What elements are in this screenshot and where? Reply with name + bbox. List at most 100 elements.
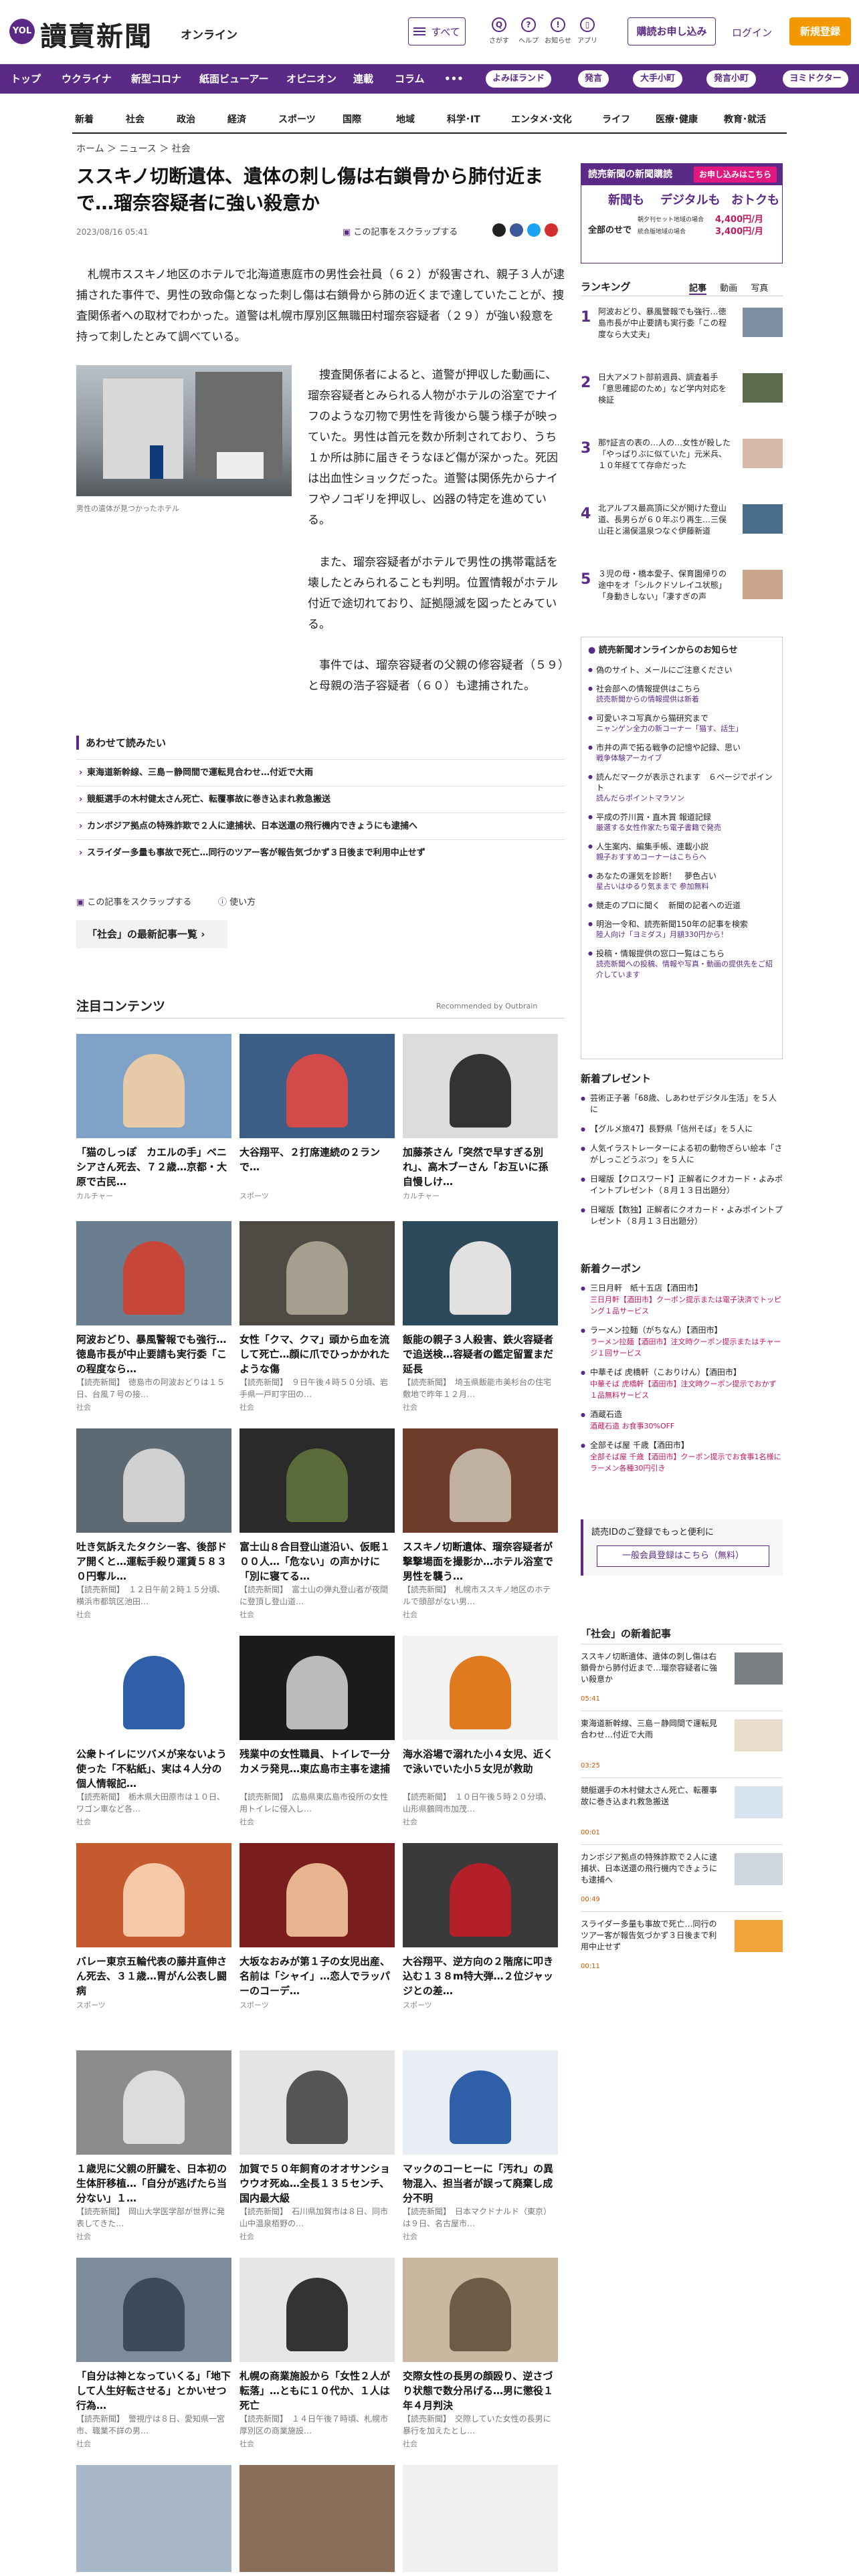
card-title[interactable]: １歳児に父親の肝臓を、日本初の生体肝移植…「自分が逃げたら当分ない」１… <box>76 2161 231 2206</box>
also-read-link[interactable]: 東海道新幹線、三島－静岡間で運転見合わせ…付近で大雨 <box>76 759 565 786</box>
article-photo[interactable] <box>76 365 292 496</box>
coupon-title[interactable]: 三日月軒 紙十五店【酒田市】 <box>590 1283 702 1293</box>
subscribe-button[interactable]: 購読お申し込み <box>628 17 716 45</box>
card-title[interactable]: マックのコーヒーに「汚れ」の異物混入、担当者が誤って廃棄し成分不明 <box>403 2161 558 2206</box>
latest-item[interactable]: 東海道新幹線、三島－静岡間で運転見合わせ…付近で大雨 03:25 <box>581 1711 783 1774</box>
card-image[interactable] <box>403 2258 558 2362</box>
notice-item[interactable]: 可愛いネコ写真から猫研究までニャンゲン全力の新コーナー「猫す、話生」 <box>581 709 782 738</box>
notice-title[interactable]: 明治一令和、読売新聞150年の記事を検索 <box>596 920 748 929</box>
help-button[interactable]: ? ヘルプ <box>514 17 543 45</box>
recommend-card[interactable]: 女性「クマ、クマ」頭から血を流して死亡…顔に爪でひっかかれたような傷 【読売新聞】… <box>240 1221 395 1412</box>
card-image[interactable] <box>76 2465 231 2572</box>
ranking-title[interactable]: 北アルプス最高頂に父が開けた登山道、長男らが６０年ぶり再生…三俣山荘と湯俣温泉つ… <box>598 503 732 537</box>
cat-local[interactable]: 地域 <box>396 112 415 126</box>
recommend-card[interactable]: 交際女性の長男の顔殴り、逆さづり状態で数分吊げる…男に懲役１年４月判決 【読売新聞… <box>403 2258 558 2449</box>
also-read-link[interactable]: スライダー多量も事故で死亡…同行のツアー客が報告気づかず３日後まで利用中止せず <box>76 839 565 867</box>
coupon-title[interactable]: 中華そば 虎橋軒（こおりけん）【酒田市】 <box>590 1368 741 1377</box>
notice-sub[interactable]: 星占いはゆるり気ままで 参加無料 <box>596 881 775 892</box>
nav-top[interactable]: トップ <box>11 64 41 94</box>
recommend-card[interactable]: マックのコーヒーに「汚れ」の異物混入、担当者が誤って廃棄し成分不明 【読売新聞】 … <box>403 2050 558 2242</box>
latest-thumbnail[interactable] <box>735 1786 783 1818</box>
cat-new[interactable]: 新着 <box>75 112 94 126</box>
recommend-card[interactable]: 「猫のしっぽ カエルの手」ベニシアさん死去、７２歳…京都・大原で古民… カルチャー <box>76 1034 231 1201</box>
card-title[interactable]: 吐き気訴えたタクシー客、後部ドア開くと…運転手殺り運賃５８３０円奪ル… <box>76 1539 231 1584</box>
nav-serial[interactable]: 連載 <box>353 64 373 94</box>
nav-column[interactable]: コラム <box>395 64 425 94</box>
all-menu-button[interactable]: すべて <box>408 17 466 45</box>
notice-sub[interactable]: 読んだらポイントマラソン <box>596 793 775 804</box>
latest-item[interactable]: スライダー多量も事故で死亡…同行のツアー客が報告気づかず３日後まで利用中止せず 0… <box>581 1911 783 1974</box>
latest-title[interactable]: 東海道新幹線、三島－静岡間で運転見合わせ…付近で大雨 <box>581 1718 724 1741</box>
recommend-card[interactable]: 公衆トイレにツバメが来ないよう使った「不粘紙」、実は４人分の個人情報記… 【読売新… <box>76 1636 231 1827</box>
card-image[interactable] <box>403 2050 558 2155</box>
card-image[interactable] <box>240 1221 395 1325</box>
coupon-title[interactable]: 酒蔵石造 <box>590 1410 622 1419</box>
card-title[interactable]: 加賀で５０年飼育のオオサンショウウオ死ぬ…全長１３５センチ、国内最大級 <box>240 2161 395 2206</box>
notice-item[interactable]: 偽のサイト、メールにご注意ください <box>581 661 782 679</box>
ranking-title[interactable]: ３児の母・橋本愛子、保育園帰りの途中をオ「シルクドソレイユ状態」「身動きしない」… <box>598 568 732 603</box>
outbrain-credit[interactable]: Recommended by Outbrain <box>436 1002 537 1010</box>
cat-economy[interactable]: 経済 <box>227 112 246 126</box>
promo-offer-button[interactable]: お申し込みはこちら <box>693 167 777 183</box>
nav-more[interactable]: ••• <box>444 64 464 94</box>
ranking-tab-article[interactable]: 記事 <box>689 284 707 295</box>
card-title[interactable]: 「自分は神となっていくる」「地下して人生好転させる」とかいせつ行為… <box>76 2369 231 2413</box>
recommend-card[interactable]: バレー東京五輪代表の藤井直伸さん死去、３１歳…胃がん公表し闘病 スポーツ <box>76 1843 231 2010</box>
pill-yomiholand[interactable]: よみほランド <box>486 70 551 88</box>
recommend-card[interactable] <box>76 2465 231 2572</box>
notice-title[interactable]: 市井の声で拓る戦争の記憶や記録、思い <box>596 743 741 752</box>
latest-item[interactable]: カンボジア拠点の特殊詐欺で２人に逮捕状、日本送還の飛行機内できょうにも逮捕へ 00… <box>581 1844 783 1907</box>
nav-opinion[interactable]: オピニオン <box>286 64 337 94</box>
card-image[interactable] <box>240 1843 395 1947</box>
nav-corona[interactable]: 新型コロナ <box>131 64 181 94</box>
notice-item[interactable]: 社会部への情報提供はこちら読売新聞からの情報提供は新着 <box>581 679 782 709</box>
card-title[interactable]: 阿波おどり、暴風警報でも強行…徳島市長が中止要請も実行委「この程度なら… <box>76 1332 231 1376</box>
ranking-thumbnail[interactable] <box>743 439 783 468</box>
twitter-share-icon[interactable] <box>527 223 541 237</box>
ranking-title[interactable]: 日大アメフト部前週員、調査着手「意思確認のため」など学内対応を検証 <box>598 372 732 406</box>
coupon-item[interactable]: 三日月軒 紙十五店【酒田市】三日月軒【酒田市】クーポン提示または電子決済でトッピ… <box>581 1279 783 1321</box>
notice-item[interactable]: 平成の芥川賞・直木賞 報道記録厳選する女性作家たち電子書籍で発売 <box>581 808 782 837</box>
notification-button[interactable]: ! お知らせ <box>543 17 573 45</box>
ranking-thumbnail[interactable] <box>743 308 783 337</box>
ranking-tab-photo[interactable]: 写真 <box>751 284 768 294</box>
card-image[interactable] <box>240 1428 395 1533</box>
notice-title[interactable]: 社会部への情報提供はこちら <box>596 684 700 693</box>
app-button[interactable]: ▯ アプリ <box>573 17 602 45</box>
ranking-tab-video[interactable]: 動画 <box>720 284 737 294</box>
latest-title[interactable]: 競艇選手の木村健太さん死亡、転覆事故に巻き込まれ救急搬送 <box>581 1785 724 1808</box>
search-button[interactable]: Q さがす <box>484 17 514 45</box>
cat-world[interactable]: 国際 <box>343 112 361 126</box>
notice-item[interactable]: あなたの運気を診断！ 夢色占い星占いはゆるり気ままで 参加無料 <box>581 867 782 896</box>
card-image[interactable] <box>403 2465 558 2572</box>
recommend-card[interactable]: 大谷翔平、２打席連続の２ランで… スポーツ <box>240 1034 395 1201</box>
coupon-title[interactable]: 全部そば屋 千歳【酒田市】 <box>590 1440 689 1450</box>
notice-sub[interactable]: 読売新聞からの情報提供は新着 <box>596 694 775 705</box>
notice-title[interactable]: 可愛いネコ写真から猫研究まで <box>596 714 708 723</box>
card-title[interactable]: 大谷翔平、２打席連続の２ランで… <box>240 1145 395 1189</box>
card-image[interactable] <box>76 2258 231 2362</box>
site-logo[interactable]: 讀賣新聞 <box>40 15 153 53</box>
card-image[interactable] <box>240 2050 395 2155</box>
new-present-item[interactable]: 人気イラストレーターによる初の動物ぎらい絵本「さがしっこどうぶつ」を５人に <box>581 1139 783 1170</box>
card-title[interactable]: 「猫のしっぽ カエルの手」ベニシアさん死去、７２歳…京都・大原で古民… <box>76 1145 231 1189</box>
pill-otekomachi[interactable]: 大手小町 <box>633 70 682 88</box>
notice-sub[interactable]: 読売新聞への投稿、情報や写真・動画の提供先をご紹介しています <box>596 959 775 980</box>
cat-education[interactable]: 教育･就活 <box>724 112 766 126</box>
ranking-thumbnail[interactable] <box>743 504 783 534</box>
latest-thumbnail[interactable] <box>735 1853 783 1885</box>
latest-thumbnail[interactable] <box>735 1652 783 1685</box>
latest-thumbnail[interactable] <box>735 1920 783 1952</box>
ranking-item[interactable]: 3 那ｻ証言の表の…人の…女性が殺した「やっぱりぶに似ていた」元米兵、１０年経てて… <box>581 436 783 479</box>
card-title[interactable]: ススキノ切断遺体、瑠奈容疑者が撃撃場面を撮影か…ホテル浴室で男性を襲う… <box>403 1539 558 1584</box>
notice-title[interactable]: 平成の芥川賞・直木賞 報道記録 <box>596 813 711 822</box>
register-button[interactable]: 新規登録 <box>789 17 851 45</box>
notice-sub[interactable]: 戦争体験アーカイブ <box>596 753 775 764</box>
recommend-card[interactable]: 阿波おどり、暴風警報でも強行…徳島市長が中止要請も実行委「この程度なら… 【読売新… <box>76 1221 231 1412</box>
coupon-item[interactable]: 中華そば 虎橋軒（こおりけん）【酒田市】中華そば 虎橋軒【酒田市】注文時クーポン… <box>581 1363 783 1405</box>
pill-yomidr[interactable]: ヨミドクター <box>783 70 848 88</box>
ranking-thumbnail[interactable] <box>743 570 783 599</box>
card-image[interactable] <box>403 1221 558 1325</box>
ranking-item[interactable]: 4 北アルプス最高頂に父が開けた登山道、長男らが６０年ぶり再生…三俣山荘と湯俣温泉… <box>581 502 783 544</box>
card-title[interactable]: 札幌の商業施設から「女性２人が転落」…ともに１０代か、１人は死亡 <box>240 2369 395 2413</box>
